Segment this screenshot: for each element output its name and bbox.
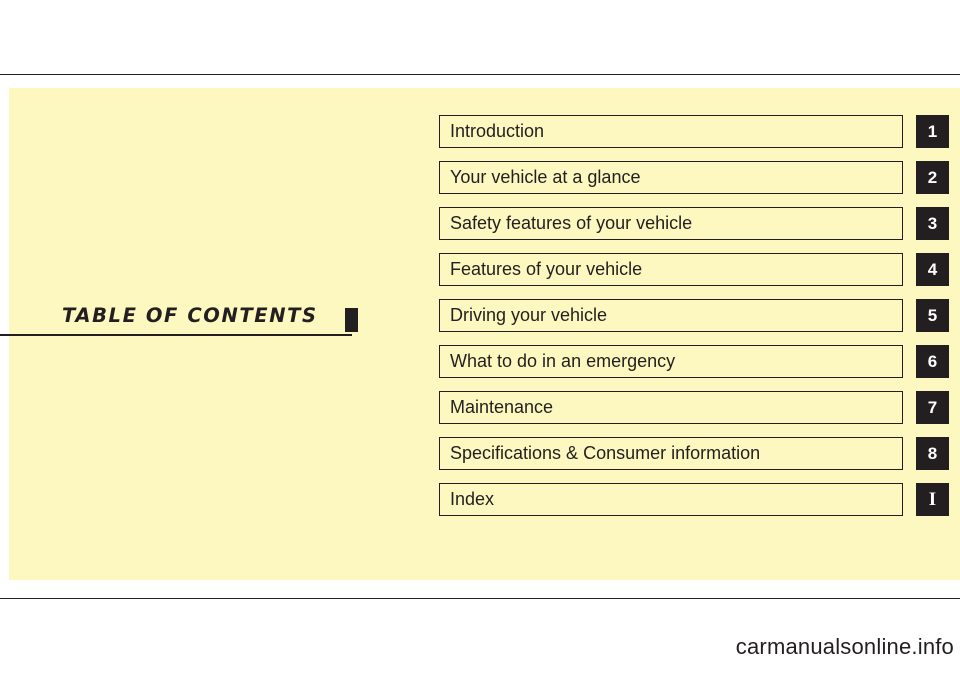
list-item[interactable]: Your vehicle at a glance 2 bbox=[439, 161, 949, 194]
contents-entry-label[interactable]: Introduction bbox=[439, 115, 903, 148]
contents-entry-label[interactable]: Safety features of your vehicle bbox=[439, 207, 903, 240]
chapter-tab[interactable]: 4 bbox=[916, 253, 949, 286]
list-item[interactable]: What to do in an emergency 6 bbox=[439, 345, 949, 378]
page-title: TABLE OF CONTENTS bbox=[62, 304, 318, 327]
chapter-tab[interactable]: 6 bbox=[916, 345, 949, 378]
list-item[interactable]: Introduction 1 bbox=[439, 115, 949, 148]
chapter-tab[interactable]: I bbox=[916, 483, 949, 516]
chapter-tab[interactable]: 3 bbox=[916, 207, 949, 240]
contents-entry-label[interactable]: Driving your vehicle bbox=[439, 299, 903, 332]
list-item[interactable]: Driving your vehicle 5 bbox=[439, 299, 949, 332]
list-item[interactable]: Safety features of your vehicle 3 bbox=[439, 207, 949, 240]
manual-page: TABLE OF CONTENTS Introduction 1 Your ve… bbox=[0, 0, 960, 676]
table-of-contents-heading: TABLE OF CONTENTS bbox=[0, 304, 360, 338]
footer-divider bbox=[0, 598, 960, 599]
contents-entry-label[interactable]: Features of your vehicle bbox=[439, 253, 903, 286]
chapter-tab[interactable]: 5 bbox=[916, 299, 949, 332]
watermark-text: carmanualsonline.info bbox=[735, 634, 954, 659]
list-item[interactable]: Specifications & Consumer information 8 bbox=[439, 437, 949, 470]
title-endcap-block bbox=[345, 308, 358, 332]
chapter-tab[interactable]: 1 bbox=[916, 115, 949, 148]
list-item[interactable]: Index I bbox=[439, 483, 949, 516]
list-item[interactable]: Features of your vehicle 4 bbox=[439, 253, 949, 286]
contents-list: Introduction 1 Your vehicle at a glance … bbox=[439, 115, 949, 529]
chapter-tab[interactable]: 2 bbox=[916, 161, 949, 194]
contents-entry-label[interactable]: Maintenance bbox=[439, 391, 903, 424]
contents-entry-label[interactable]: What to do in an emergency bbox=[439, 345, 903, 378]
chapter-tab[interactable]: 8 bbox=[916, 437, 949, 470]
header-divider bbox=[0, 74, 960, 75]
chapter-tab[interactable]: 7 bbox=[916, 391, 949, 424]
contents-entry-label[interactable]: Index bbox=[439, 483, 903, 516]
list-item[interactable]: Maintenance 7 bbox=[439, 391, 949, 424]
contents-entry-label[interactable]: Specifications & Consumer information bbox=[439, 437, 903, 470]
title-underline bbox=[0, 334, 352, 336]
contents-entry-label[interactable]: Your vehicle at a glance bbox=[439, 161, 903, 194]
